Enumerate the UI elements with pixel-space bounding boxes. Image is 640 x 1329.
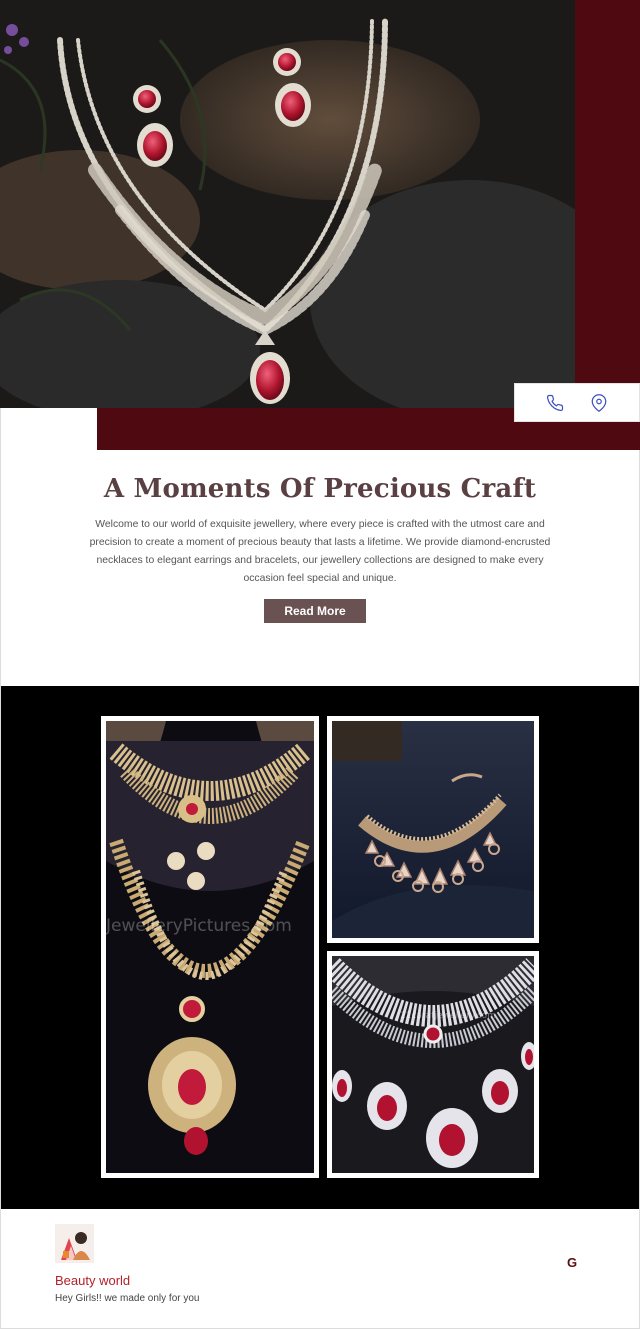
watermark-1: JewelleryPictures.com	[106, 916, 292, 936]
read-more-button[interactable]: Read More	[264, 599, 366, 623]
gallery-image-2[interactable]	[327, 716, 539, 943]
brand-name[interactable]: Beauty world	[55, 1273, 130, 1288]
phone-icon[interactable]	[546, 394, 564, 412]
watermark-3: 22caratjewellery.com	[400, 1011, 496, 1021]
brand-logo[interactable]	[55, 1224, 94, 1263]
gallery-section	[1, 686, 639, 1209]
gallery-image-3[interactable]: 22caratjewellery.com	[327, 951, 539, 1178]
gallery-image-1[interactable]: JewelleryPictures.com	[101, 716, 319, 1178]
hero-image	[0, 0, 575, 408]
google-icon[interactable]: G	[563, 1254, 581, 1272]
section-description: Welcome to our world of exquisite jewell…	[89, 519, 551, 584]
brand-tagline: Hey Girls!! we made only for you	[55, 1293, 200, 1304]
location-pin-icon[interactable]	[590, 393, 608, 412]
contact-box	[514, 383, 640, 422]
section-title: A Moments Of Precious Craft	[103, 474, 537, 504]
